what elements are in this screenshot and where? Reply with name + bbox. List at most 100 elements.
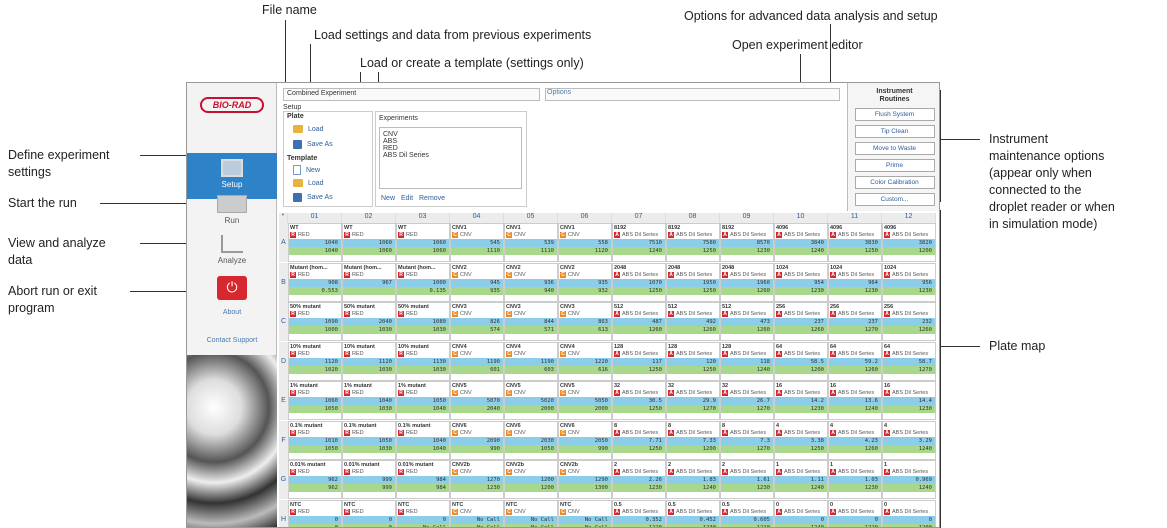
template-save-as-button[interactable]: Save As [293,193,333,202]
contact-support-link[interactable]: Contact Support [187,337,277,344]
plate-well[interactable]: 0.01% mutant R RED 962 962 [288,460,342,499]
template-load-button[interactable]: Load [293,179,324,187]
plate-well[interactable]: CNV4 C CNV 1220 616 [558,341,612,381]
plate-well[interactable]: 10% mutant R RED 1120 1020 [288,341,342,381]
plate-load-button[interactable]: Load [293,125,324,133]
routine-button[interactable]: Prime [854,159,935,172]
plate-well[interactable]: 50% mutant R RED 1090 1000 [288,302,342,341]
plate-well[interactable]: 1024 A ABS Dil Series 956 1230 [882,262,936,302]
plate-row-header[interactable]: H [279,499,288,527]
plate-well[interactable]: NTC R RED 0 0 [288,499,342,527]
plate-well[interactable]: 1 A ABS Dil Series 1.03 1230 [828,460,882,499]
plate-well[interactable]: CNV1 C CNV 558 1120 [558,223,612,262]
plate-well[interactable]: 50% mutant R RED 2040 1030 [342,302,396,341]
options-link[interactable]: Options [547,89,571,96]
plate-row-header[interactable]: B [279,262,288,302]
plate-well[interactable]: 2 A ABS Dil Series 2.26 1230 [612,460,666,499]
routine-button[interactable]: Color Calibration [854,176,935,189]
plate-well[interactable]: 10% mutant R RED 1130 1030 [396,341,450,381]
plate-well[interactable]: CNV5 C CNV 5070 2040 [450,381,504,420]
plate-column-header[interactable]: 12 [882,213,936,223]
plate-well[interactable]: CNV4 C CNV 1190 603 [504,341,558,381]
plate-well[interactable]: CNV4 C CNV 1190 601 [450,341,504,381]
plate-well[interactable]: 1024 A ABS Dil Series 954 1230 [774,262,828,302]
routine-button[interactable]: Flush System [854,108,935,121]
plate-well[interactable]: 16 A ABS Dil Series 14.4 1230 [882,381,936,420]
plate-well[interactable]: 0.5 A ABS Dil Series 0.352 1220 [612,499,666,527]
plate-well[interactable]: 4 A ABS Dil Series 3.29 1240 [882,420,936,460]
plate-well[interactable]: 0.01% mutant R RED 984 984 [396,460,450,499]
plate-well[interactable]: 256 A ABS Dil Series 232 1260 [882,302,936,341]
plate-well[interactable]: 64 A ABS Dil Series 59.2 1260 [828,341,882,381]
plate-well[interactable]: 4096 A ABS Dil Series 3830 1250 [828,223,882,262]
plate-well[interactable]: 16 A ABS Dil Series 14.2 1230 [774,381,828,420]
plate-well[interactable]: CNV5 C CNV 5020 2000 [504,381,558,420]
plate-well[interactable]: 512 A ABS Dil Series 487 1260 [612,302,666,341]
plate-well[interactable]: NTC C CNV No Call No Call [504,499,558,527]
plate-well[interactable]: 10% mutant R RED 1120 1030 [342,341,396,381]
plate-well[interactable]: 32 A ABS Dil Series 29.9 1270 [666,381,720,420]
plate-well[interactable]: 0 A ABS Dil Series 0 1220 [828,499,882,527]
plate-well[interactable]: CNV3 C CNV 844 571 [504,302,558,341]
plate-well[interactable]: 0.1% mutant R RED 1010 1050 [288,420,342,460]
plate-well[interactable]: 128 A ABS Dil Series 118 1240 [720,341,774,381]
plate-well[interactable]: CNV1 C CNV 539 1110 [504,223,558,262]
plate-well[interactable]: 8 A ABS Dil Series 7.33 1200 [666,420,720,460]
plate-well[interactable]: 16 A ABS Dil Series 13.6 1240 [828,381,882,420]
plate-well[interactable]: 8 A ABS Dil Series 7.3 1270 [720,420,774,460]
experiment-remove-button[interactable]: Remove [419,195,445,202]
plate-well[interactable]: 1024 A ABS Dil Series 964 1230 [828,262,882,302]
plate-well[interactable]: 1 A ABS Dil Series 0.969 1240 [882,460,936,499]
plate-well[interactable]: 4096 A ABS Dil Series 3820 1200 [882,223,936,262]
plate-row-header[interactable]: A [279,223,288,262]
routine-button[interactable]: Tip Clean [854,125,935,138]
experiment-new-button[interactable]: New [381,195,395,202]
plate-well[interactable]: 32 A ABS Dil Series 26.7 1270 [720,381,774,420]
plate-column-header[interactable]: 07 [612,213,666,223]
plate-well[interactable]: 0 A ABS Dil Series 0 1240 [774,499,828,527]
plate-well[interactable]: 8192 A ABS Dil Series 7510 1240 [612,223,666,262]
plate-well[interactable]: 64 A ABS Dil Series 58.5 1200 [774,341,828,381]
plate-well[interactable]: 0.5 A ABS Dil Series 0.605 1210 [720,499,774,527]
experiment-edit-button[interactable]: Edit [401,195,413,202]
plate-well[interactable]: 4 A ABS Dil Series 3.38 1250 [774,420,828,460]
plate-well[interactable]: 8192 A ABS Dil Series 7580 1250 [666,223,720,262]
plate-well[interactable]: 0 A ABS Dil Series 0 1200 [882,499,936,527]
plate-well[interactable]: NTC R RED 0 No Call [396,499,450,527]
plate-row-header[interactable]: F [279,420,288,460]
plate-well[interactable]: 1% mutant R RED 1040 1030 [342,381,396,420]
plate-column-header[interactable]: 09 [720,213,774,223]
plate-well[interactable]: WT R RED 1040 1040 [288,223,342,262]
plate-well[interactable]: 0.1% mutant R RED 1040 1040 [396,420,450,460]
plate-well[interactable]: Mutant (hom... R RED 1000 0.135 [396,262,450,302]
experiments-list[interactable]: CNV ABS RED ABS Dil Series [379,127,522,189]
plate-well[interactable]: CNV2 C CNV 936 940 [504,262,558,302]
exit-button[interactable]: ⏻ [217,276,247,300]
plate-save-as-button[interactable]: Save As [293,140,333,149]
plate-well[interactable]: 64 A ABS Dil Series 58.7 1270 [882,341,936,381]
plate-well[interactable]: 2048 A ABS Dil Series 1950 1250 [666,262,720,302]
plate-well[interactable]: 2 A ABS Dil Series 1.61 1230 [720,460,774,499]
nav-analyze[interactable]: Analyze [187,229,277,275]
plate-well[interactable]: CNV2b C CNV 1270 1230 [450,460,504,499]
plate-well[interactable]: 8192 A ABS Dil Series 8570 1230 [720,223,774,262]
plate-row-header[interactable]: D [279,341,288,381]
plate-well[interactable]: 128 A ABS Dil Series 117 1250 [612,341,666,381]
plate-well[interactable]: 8 A ABS Dil Series 7.71 1250 [612,420,666,460]
plate-well[interactable]: CNV2 C CNV 945 935 [450,262,504,302]
plate-column-header[interactable]: 05 [504,213,558,223]
plate-well[interactable]: 32 A ABS Dil Series 30.5 1250 [612,381,666,420]
plate-well[interactable]: 4 A ABS Dil Series 4.23 1260 [828,420,882,460]
plate-well[interactable]: 256 A ABS Dil Series 237 1270 [828,302,882,341]
plate-well[interactable]: CNV3 C CNV 826 574 [450,302,504,341]
plate-well[interactable]: Mutant (hom... R RED 967 [342,262,396,302]
plate-well[interactable]: 0.5 A ABS Dil Series 0.452 1230 [666,499,720,527]
plate-well[interactable]: CNV3 C CNV 863 613 [558,302,612,341]
plate-well[interactable]: 512 A ABS Dil Series 473 1260 [720,302,774,341]
plate-well[interactable]: 128 A ABS Dil Series 120 1250 [666,341,720,381]
plate-row-header[interactable]: E [279,381,288,420]
plate-well[interactable]: 1% mutant R RED 1050 1040 [396,381,450,420]
plate-well[interactable]: CNV6 C CNV 2050 990 [558,420,612,460]
plate-well[interactable]: 0.1% mutant R RED 1050 1030 [342,420,396,460]
plate-column-header[interactable]: 06 [558,213,612,223]
